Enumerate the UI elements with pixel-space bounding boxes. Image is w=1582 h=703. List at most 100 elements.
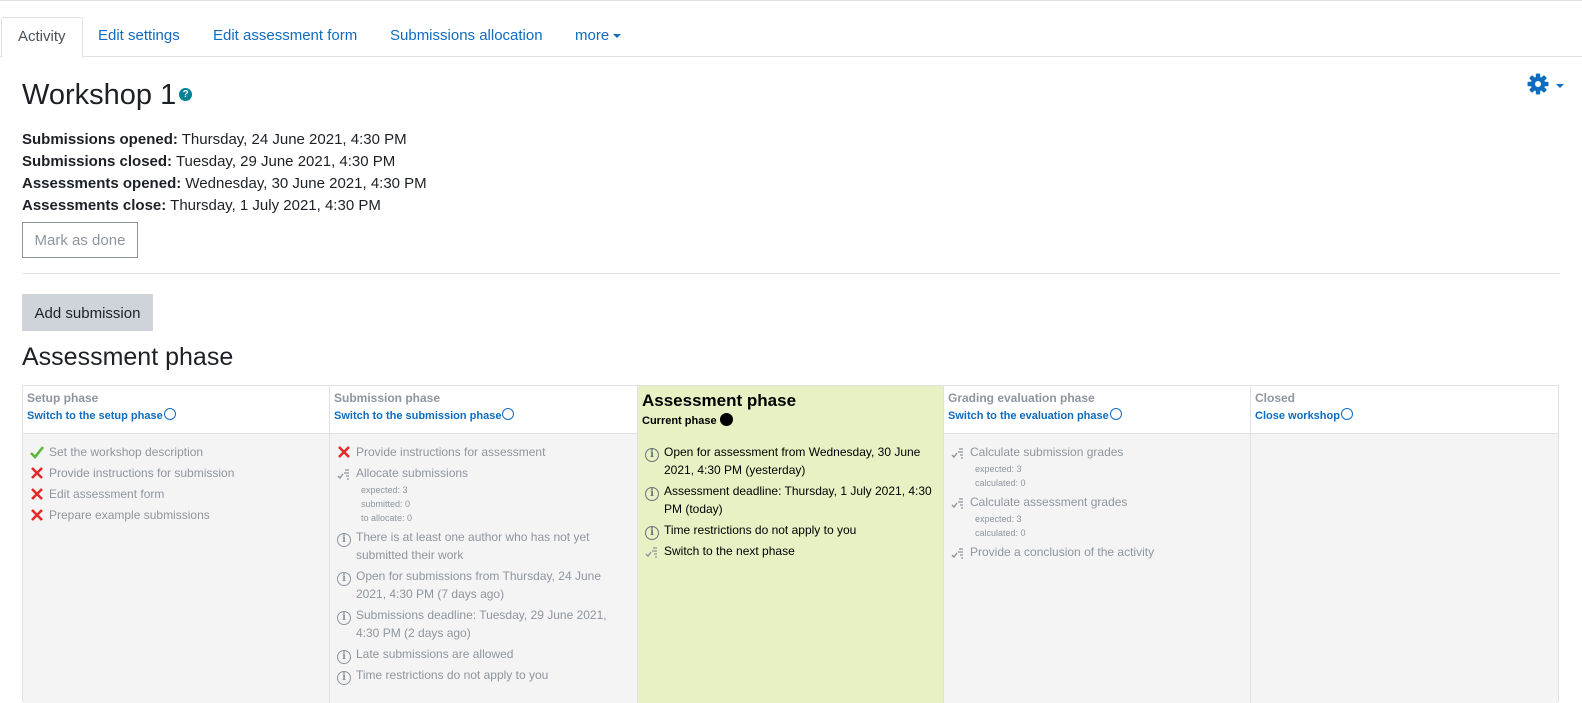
tab-activity[interactable]: Activity xyxy=(1,17,83,58)
switch-phase-label: Switch to the evaluation phase xyxy=(948,410,1109,422)
switch-phase-link[interactable]: Switch to the evaluation phase xyxy=(948,408,1122,423)
task-detail-line: expected: 3 xyxy=(975,464,1022,474)
help-icon[interactable]: ? xyxy=(179,87,193,101)
cross-icon xyxy=(30,486,44,502)
date-row: Assessments opened: Wednesday, 30 June 2… xyxy=(22,174,427,196)
phase-header: Grading evaluation phase Switch to the ev… xyxy=(944,386,1250,434)
task-text: Time restrictions do not apply to you xyxy=(664,523,857,537)
phase-tasks: Calculate submission grades expected: 3 ca… xyxy=(944,434,1250,703)
switch-phase-label: Switch to the setup phase xyxy=(27,410,163,422)
check-icon xyxy=(30,444,45,460)
task-item: Calculate submission grades expected: 3 ca… xyxy=(948,443,1246,490)
task-details: expected: 3 submitted: 0 to allocate: 0 xyxy=(356,483,633,525)
task-text: Assessment deadline: Thursday, 1 July 20… xyxy=(664,484,932,516)
phase-tasks: i Open for assessment from Wednesday, 30 … xyxy=(638,434,943,703)
phase-column-evaluation: Grading evaluation phase Switch to the ev… xyxy=(944,386,1251,703)
switch-phase-link[interactable]: Switch to the submission phase xyxy=(334,408,515,423)
task-detail-line: to allocate: 0 xyxy=(361,513,413,523)
date-value: Tuesday, 29 June 2021, 4:30 PM xyxy=(175,153,396,170)
switch-phase-link[interactable]: Switch to the setup phase xyxy=(27,408,176,423)
info-icon: i xyxy=(645,522,659,540)
switch-phase-label: Switch to the submission phase xyxy=(334,410,502,422)
phase-header: Submission phase Switch to the submission… xyxy=(330,386,637,434)
cross-icon xyxy=(30,507,44,523)
tab-submissions-allocation[interactable]: Submissions allocation xyxy=(374,17,559,57)
phase-title: Setup phase xyxy=(27,391,99,405)
task-item: i Assessment deadline: Thursday, 1 July 2… xyxy=(642,482,939,518)
task-text: Set the workshop description xyxy=(49,445,204,459)
info-icon: i xyxy=(337,607,351,625)
task-text: Calculate assessment grades xyxy=(970,495,1128,509)
task-item: i Time restrictions do not apply to you xyxy=(642,521,939,540)
task-text: There is at least one author who has not… xyxy=(356,530,590,562)
phase-header: Assessment phase Current phase xyxy=(638,386,943,434)
date-row: Submissions opened: Thursday, 24 June 20… xyxy=(22,130,427,152)
cross-icon xyxy=(337,444,351,460)
task-item: i There is at least one author who has no… xyxy=(334,528,633,564)
page-title: Workshop 1? xyxy=(22,78,193,112)
page-title-text: Workshop 1 xyxy=(22,79,177,111)
todo-icon xyxy=(951,444,965,460)
phase-column-setup: Setup phase Switch to the setup phase Set … xyxy=(23,386,330,703)
task-item: Switch to the next phase xyxy=(642,542,939,560)
date-label: Submissions closed: xyxy=(22,153,173,170)
task-item: Calculate assessment grades expected: 3 ca… xyxy=(948,493,1246,540)
todo-icon xyxy=(951,544,965,560)
task-detail-line: submitted: 0 xyxy=(361,499,411,509)
current-phase-label: Current phase xyxy=(642,415,717,427)
task-item: Edit assessment form xyxy=(27,485,325,503)
task-item: Provide instructions for assessment xyxy=(334,443,633,461)
mark-as-done-button[interactable]: Mark as done xyxy=(22,222,138,258)
info-icon: i xyxy=(337,529,351,547)
info-icon: i xyxy=(337,667,351,685)
current-phase-dot-icon xyxy=(719,413,733,426)
task-text: Provide a conclusion of the activity xyxy=(970,545,1155,559)
task-text: Provide instructions for assessment xyxy=(356,445,546,459)
switch-phase-link[interactable]: Close workshop xyxy=(1255,408,1353,423)
phase-title: Submission phase xyxy=(334,391,441,405)
todo-icon xyxy=(951,494,965,510)
task-item: Prepare example submissions xyxy=(27,506,325,524)
date-value: Thursday, 1 July 2021, 4:30 PM xyxy=(170,197,381,214)
date-value: Wednesday, 30 June 2021, 4:30 PM xyxy=(185,175,427,192)
todo-icon xyxy=(645,543,659,559)
phase-title: Closed xyxy=(1255,391,1296,405)
date-row: Submissions closed: Tuesday, 29 June 202… xyxy=(22,152,427,174)
date-label: Assessments close: xyxy=(22,197,167,214)
date-label: Assessments opened: xyxy=(22,175,182,192)
caret-down-icon xyxy=(613,34,622,39)
activity-dates: Submissions opened: Thursday, 24 June 20… xyxy=(22,130,427,218)
task-text: Late submissions are allowed xyxy=(356,647,514,661)
tab-edit-settings[interactable]: Edit settings xyxy=(82,17,196,57)
phase-column-submission: Submission phase Switch to the submission… xyxy=(330,386,638,703)
current-phase-heading: Assessment phase xyxy=(22,343,234,371)
task-text: Open for submissions from Thursday, 24 J… xyxy=(356,569,602,601)
add-submission-button[interactable]: Add submission xyxy=(22,294,153,331)
task-text: Time restrictions do not apply to you xyxy=(356,668,549,682)
task-text: Switch to the next phase xyxy=(664,544,795,558)
task-detail-line: expected: 3 xyxy=(361,485,408,495)
task-details: expected: 3 calculated: 0 xyxy=(970,462,1246,490)
task-text: Submissions deadline: Tuesday, 29 June 2… xyxy=(356,608,607,640)
task-item: i Open for submissions from Thursday, 24 … xyxy=(334,567,633,603)
tab-more[interactable]: more xyxy=(559,17,637,57)
task-detail-line: calculated: 0 xyxy=(975,478,1026,488)
phase-grid: Setup phase Switch to the setup phase Set … xyxy=(22,385,1559,703)
task-item: i Submissions deadline: Tuesday, 29 June … xyxy=(334,606,633,642)
task-item: Allocate submissions expected: 3 submitted… xyxy=(334,464,633,525)
phase-circle-icon xyxy=(1340,408,1353,420)
date-value: Thursday, 24 June 2021, 4:30 PM xyxy=(181,131,407,148)
divider xyxy=(22,273,1560,274)
task-text: Edit assessment form xyxy=(49,487,165,501)
current-phase-indicator: Current phase xyxy=(642,413,939,428)
task-item: i Open for assessment from Wednesday, 30 … xyxy=(642,443,939,479)
info-icon: i xyxy=(337,568,351,586)
switch-phase-label: Close workshop xyxy=(1255,410,1340,422)
gear-icon xyxy=(1527,73,1564,95)
settings-menu-button[interactable] xyxy=(1526,72,1574,96)
phase-header: Closed Close workshop xyxy=(1251,386,1558,434)
phase-title: Grading evaluation phase xyxy=(948,391,1095,405)
tab-edit-assessment-form[interactable]: Edit assessment form xyxy=(197,17,373,57)
phase-header: Setup phase Switch to the setup phase xyxy=(23,386,329,434)
phase-circle-icon xyxy=(163,408,176,420)
